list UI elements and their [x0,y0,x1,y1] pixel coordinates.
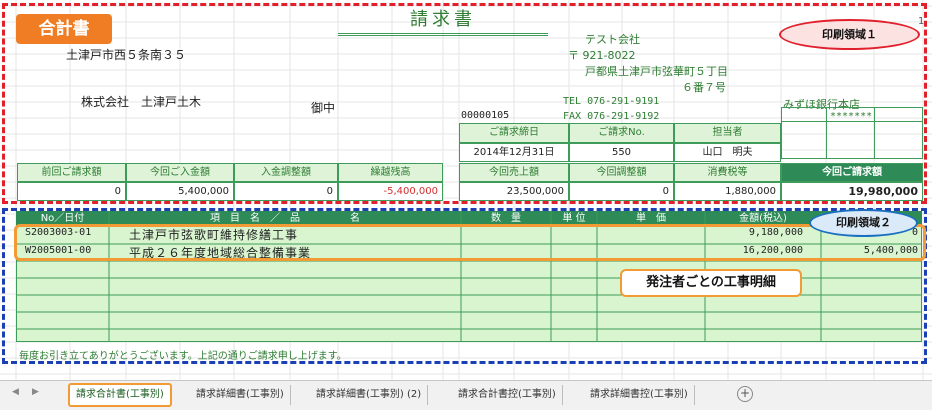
info-value-closing-date: 2014年12月31日 [459,143,569,162]
sender-fax: FAX 076-291-9192 [563,111,660,122]
sheet-tab-1[interactable]: 請求合計書(工事別) [68,383,172,407]
info-header-invoice-no: ご請求No. [569,123,674,143]
summary-header-adjust: 今回調整額 [569,163,674,182]
sender-address1: 戸都県土津戸市弦華町５丁目 [585,65,728,78]
summary-header-sales: 今回売上額 [459,163,569,182]
detail-rows-highlight [14,224,926,261]
sheet-tab-3[interactable]: 請求詳細書(工事別) (2) [310,385,429,405]
bank-box-divider-2 [874,107,875,159]
customer-name: 株式会社 土津戸土木 [81,95,202,109]
summary-value-payment-adjust: 0 [234,182,338,201]
summary-value-adjust: 0 [569,182,674,201]
summary-header-total: 今回ご請求額 [781,163,923,182]
customer-address: 土津戸市西５条南３５ [66,48,187,62]
sender-postal: 〒 921-8022 [568,49,636,62]
summary-value-payment: 5,400,000 [126,182,234,201]
info-header-closing-date: ご請求締日 [459,123,569,143]
summary-header-tax: 消費税等 [674,163,781,182]
bank-box [781,107,923,159]
detail-note-callout: 発注者ごとの工事明細 [620,269,802,297]
summary-header-carryover: 繰越残高 [338,163,443,182]
sheet-tab-bar: ◀ ▶ 請求合計書(工事別) 請求詳細書(工事別) 請求詳細書(工事別) (2)… [0,380,932,410]
info-header-staff: 担当者 [674,123,781,143]
bank-box-divider-h [781,121,923,122]
sheet-tab-2[interactable]: 請求詳細書(工事別) [190,385,291,405]
print-area-1-callout: 印刷領域１ [779,19,920,50]
summary-value-total: 19,980,000 [781,182,923,201]
summary-value-carryover: -5,400,000 [338,182,443,201]
bank-box-divider-1 [826,107,827,159]
page-number: 1 [918,16,925,27]
sheet-tab-5[interactable]: 請求詳細書控(工事別) [584,385,695,405]
tab-scroll-right-icon[interactable]: ▶ [32,387,39,397]
summary-value-prev-billing: 0 [17,182,126,201]
summary-header-payment: 今回ご入金額 [126,163,234,182]
footer-note: 毎度お引き立てありがとうございます。上記の通りご請求申し上げます。 [19,351,347,362]
sender-address2: ６番７号 [682,81,726,94]
info-value-staff: 山口 明夫 [674,143,781,162]
customer-honorific: 御中 [311,101,336,115]
sheet-badge: 合計書 [16,14,112,44]
sender-company: テスト会社 [585,33,640,46]
add-sheet-icon[interactable]: + [737,386,753,402]
summary-header-prev-billing: 前回ご請求額 [17,163,126,182]
summary-value-sales: 23,500,000 [459,182,569,201]
invoice-number: 00000105 [461,110,510,121]
print-area-2-callout: 印刷領域２ [809,209,918,237]
summary-value-tax: 1,880,000 [674,182,781,201]
info-value-invoice-no: 550 [569,143,674,162]
tab-scroll-left-icon[interactable]: ◀ [12,387,19,397]
document-title: 請求書 [338,7,548,36]
sheet-tab-4[interactable]: 請求合計書控(工事別) [452,385,563,405]
sender-tel: TEL 076-291-9191 [563,96,660,107]
summary-header-payment-adjust: 入金調整額 [234,163,338,182]
